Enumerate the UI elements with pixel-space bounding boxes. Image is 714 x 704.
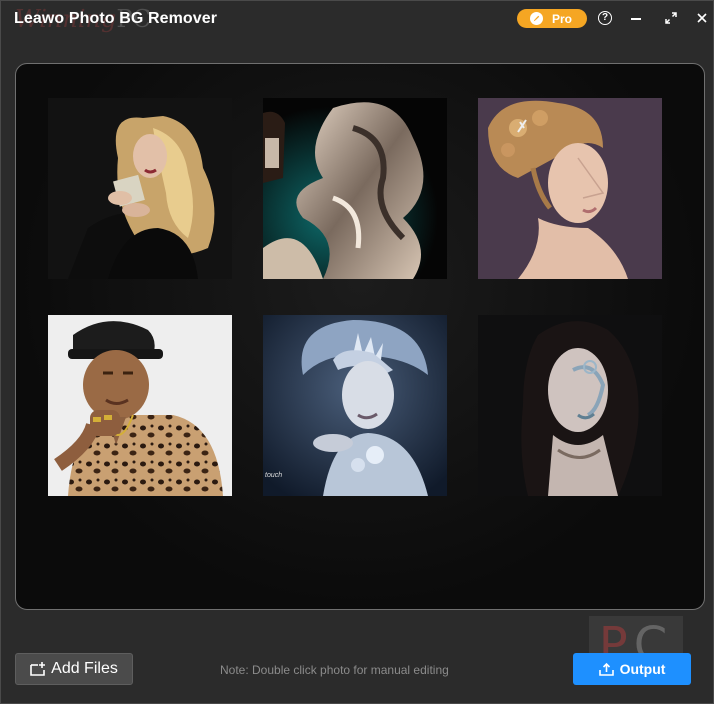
app-title: Leawo Photo BG Remover	[14, 10, 218, 27]
photo-thumbnail-4[interactable]	[48, 315, 232, 496]
photo-thumbnail-2[interactable]	[263, 98, 447, 279]
pro-label: Pro	[551, 11, 572, 26]
rocket-icon	[529, 12, 543, 25]
photo-thumbnail-1[interactable]	[48, 98, 232, 279]
app-window: WinningPC Leawo Photo BG Remover Pro ? t…	[0, 0, 714, 704]
help-icon[interactable]: ?	[596, 9, 614, 27]
upload-icon	[598, 662, 614, 676]
photo-caption: touch	[265, 472, 283, 479]
editing-note: Note: Double click photo for manual edit…	[220, 663, 449, 677]
add-file-icon	[30, 662, 46, 676]
pro-upgrade-button[interactable]: Pro	[517, 9, 587, 28]
close-icon[interactable]	[693, 9, 711, 27]
add-files-label: Add Files	[51, 660, 118, 677]
add-files-button[interactable]: Add Files	[15, 653, 133, 685]
minimize-icon[interactable]	[627, 9, 645, 27]
photo-gallery: touch	[15, 63, 705, 610]
output-button[interactable]: Output	[573, 653, 691, 685]
maximize-icon[interactable]	[662, 9, 680, 27]
photo-thumbnail-5[interactable]: touch	[263, 315, 447, 496]
output-label: Output	[619, 661, 666, 677]
title-bar: WinningPC Leawo Photo BG Remover Pro ?	[1, 1, 713, 37]
photo-thumbnail-3[interactable]	[478, 98, 662, 279]
photo-thumbnail-6[interactable]	[478, 315, 662, 496]
